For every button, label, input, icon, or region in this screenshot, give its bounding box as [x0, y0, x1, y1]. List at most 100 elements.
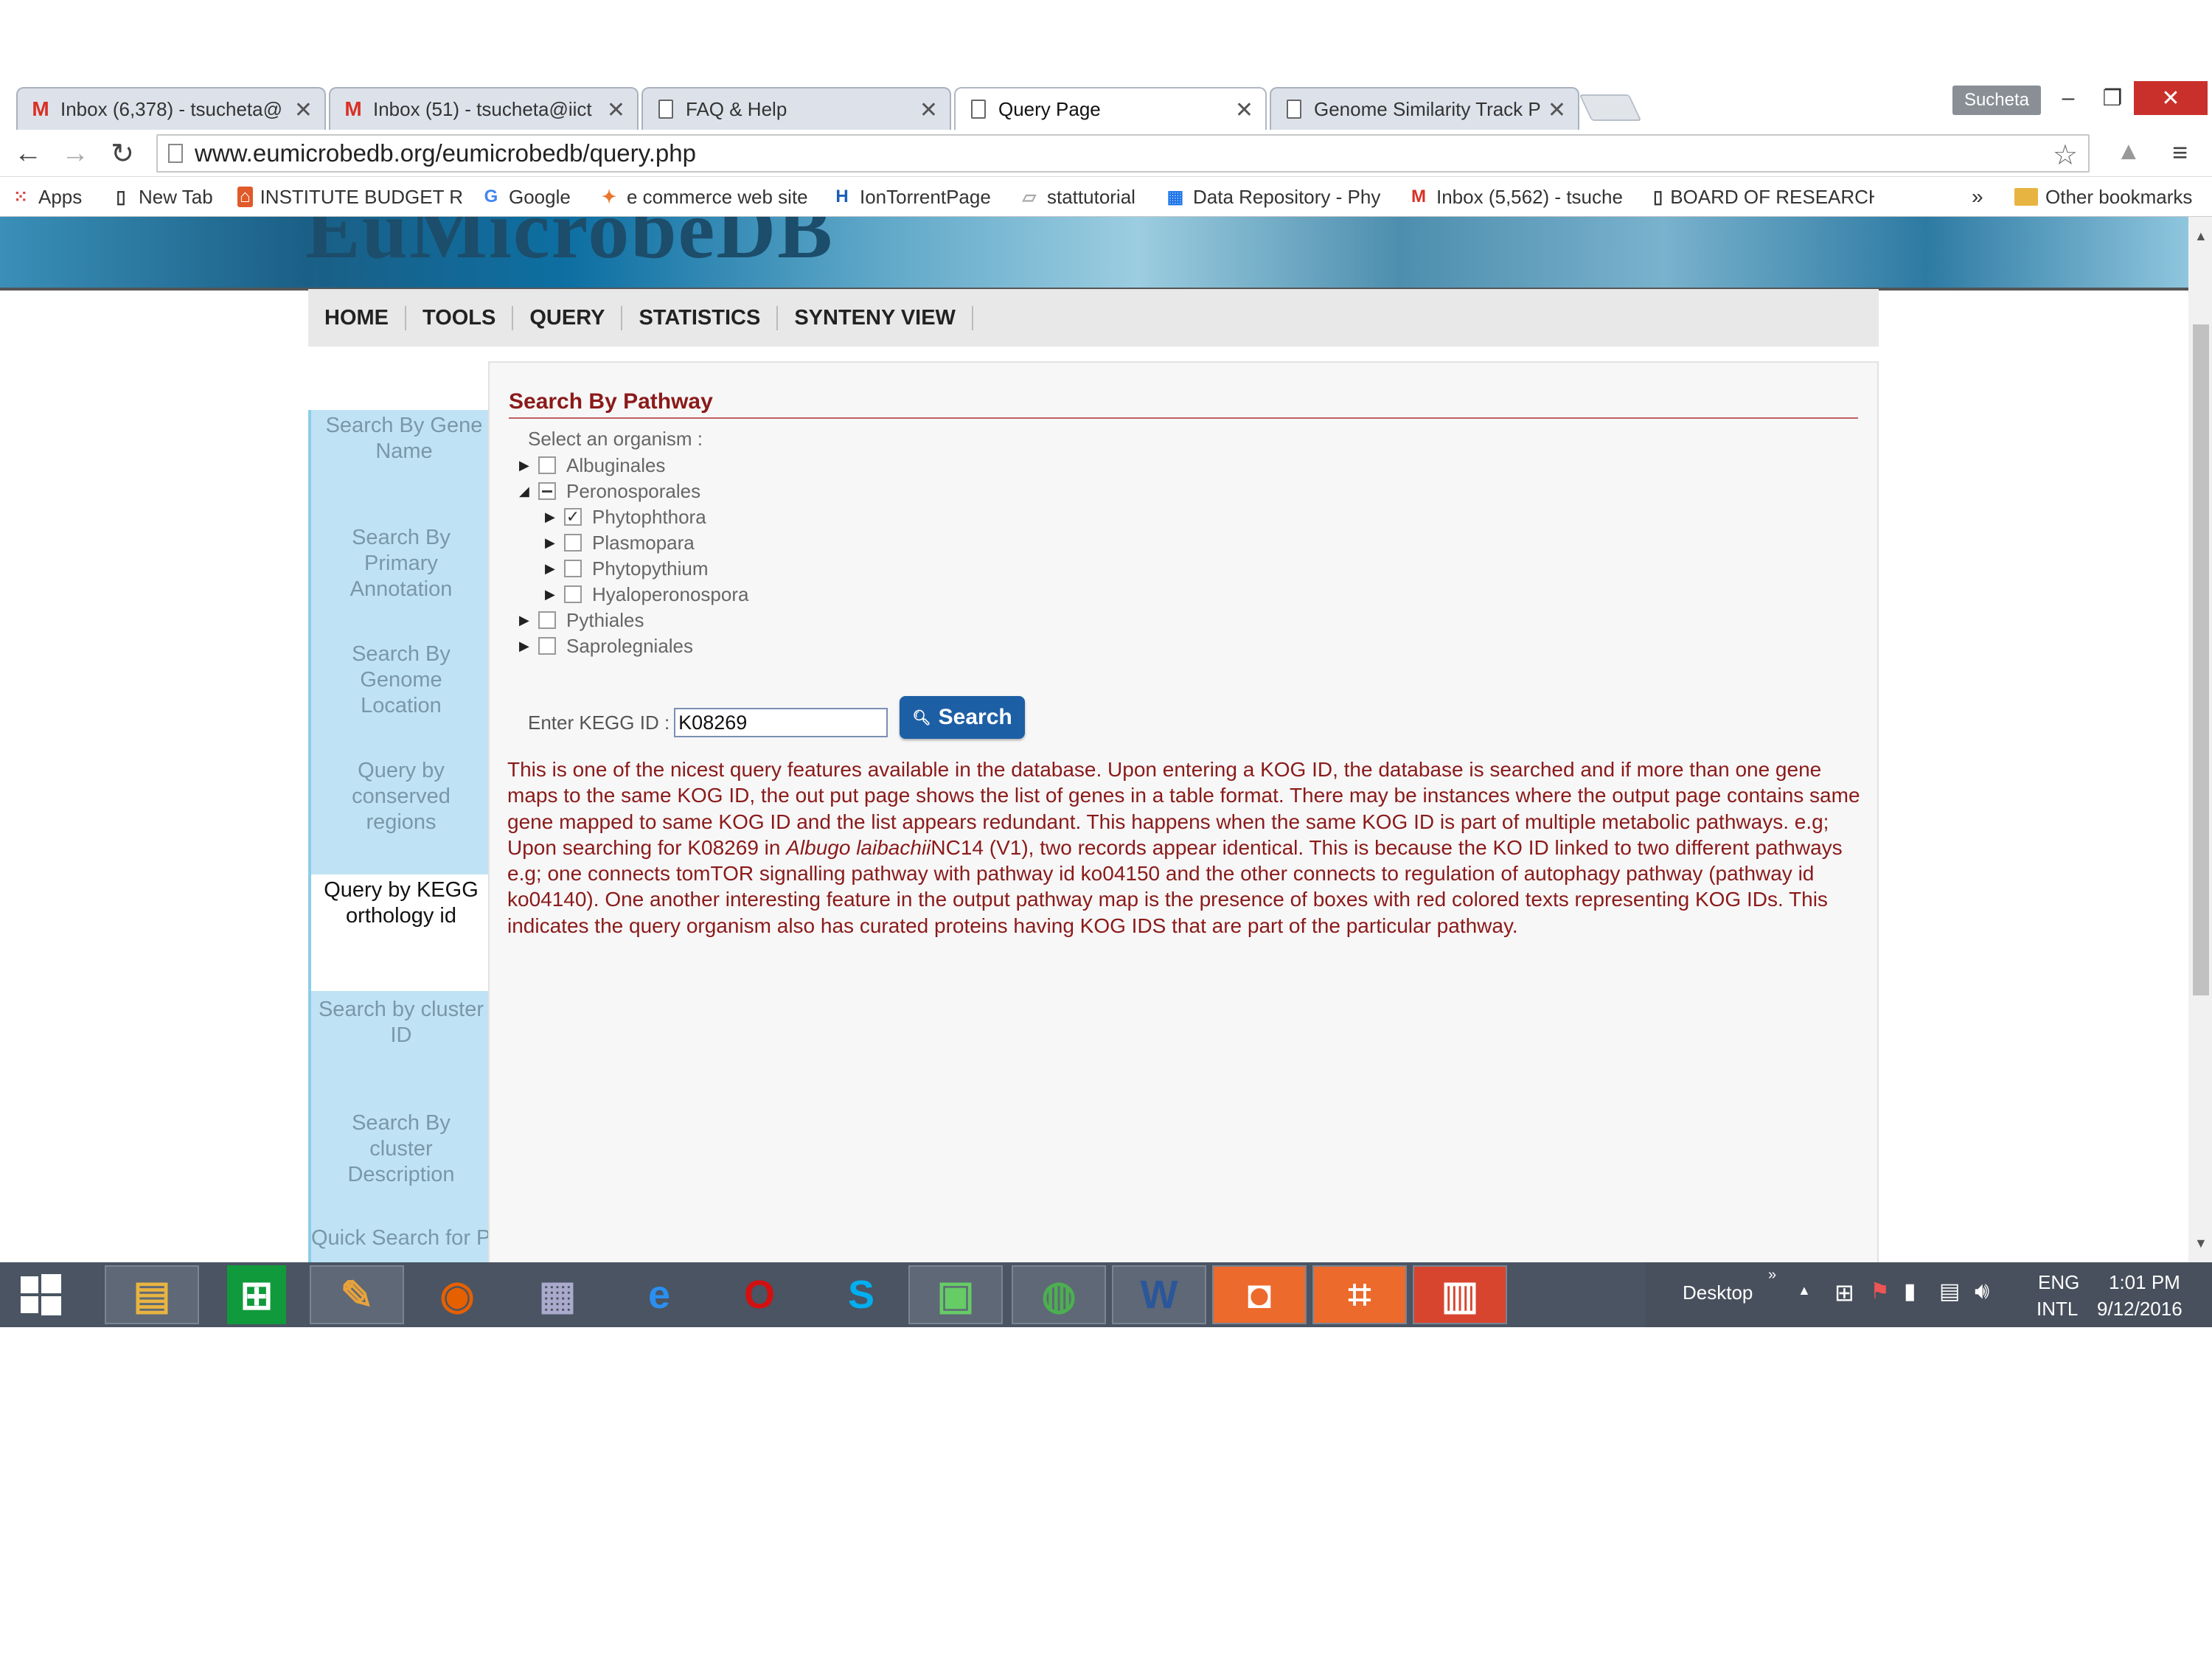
expand-arrow-icon[interactable]: ▶ — [545, 509, 558, 525]
site-logo[interactable]: EuMicrobeDB — [305, 217, 834, 278]
forward-icon[interactable]: → — [58, 136, 93, 171]
opera-icon[interactable]: O — [712, 1265, 807, 1324]
close-icon[interactable]: ✕ — [607, 97, 625, 123]
bookmark-board-of-research[interactable]: ▯ BOARD OF RESEARCH — [1653, 183, 1874, 211]
tab-gmail-inbox-2[interactable]: M Inbox (51) - tsucheta@iict ✕ — [329, 87, 639, 130]
tree-node-albuginales[interactable]: ▶ Albuginales — [519, 453, 665, 478]
scrollbar-thumb[interactable] — [2193, 324, 2209, 995]
bookmark-data-repository[interactable]: ▦ Data Repository - Phy — [1165, 183, 1386, 211]
sidebar-item-genome-location[interactable]: Search By Genome Location — [311, 641, 491, 745]
tree-node-saprolegniales[interactable]: ▶ Saprolegniales — [519, 633, 693, 658]
extension-icon[interactable]: ▲ — [2116, 137, 2141, 166]
expand-arrow-icon[interactable]: ▶ — [519, 613, 532, 628]
word-icon[interactable]: W — [1112, 1265, 1206, 1324]
expand-arrow-icon[interactable]: ▶ — [545, 561, 558, 577]
close-icon[interactable]: ✕ — [919, 97, 938, 123]
sidebar-item-gene-name[interactable]: Search By Gene Name — [311, 410, 491, 513]
tab-faq[interactable]: FAQ & Help ✕ — [641, 87, 951, 130]
firefox-icon[interactable]: ◉ — [410, 1265, 504, 1324]
paint-icon[interactable]: ✎ — [310, 1265, 404, 1324]
bookmark-google[interactable]: G Google — [481, 183, 571, 211]
back-icon[interactable]: ← — [10, 136, 46, 171]
sidebar-item-quick-search[interactable]: Quick Search for Protein — [311, 1225, 544, 1262]
power-icon[interactable]: ▮ — [1904, 1279, 1916, 1304]
bookmark-apps[interactable]: ⁙ Apps — [10, 183, 82, 211]
close-icon[interactable]: ✕ — [1235, 97, 1253, 123]
expand-arrow-icon[interactable]: ▶ — [545, 587, 558, 602]
sidebar-item-conserved-regions[interactable]: Query by conserved regions — [311, 758, 491, 861]
file-explorer-icon[interactable]: ▤ — [105, 1265, 199, 1324]
vertical-scrollbar[interactable]: ▲ ▼ — [2188, 217, 2212, 1262]
skype-icon[interactable]: S — [814, 1265, 908, 1324]
bookmark-stattutorial[interactable]: ▱ stattutorial — [1019, 183, 1135, 211]
action-center-icon[interactable]: ⊞ — [1834, 1279, 1854, 1307]
reload-icon[interactable]: ↻ — [105, 136, 140, 171]
sidebar-item-kegg-orthology[interactable]: Query by KEGG orthology id — [308, 874, 491, 991]
bookmark-ecommerce[interactable]: ✦ e commerce web site — [599, 183, 808, 211]
sidebar-item-primary-annotation[interactable]: Search By Primary Annotation — [311, 525, 491, 628]
close-window-button[interactable]: ✕ — [2134, 81, 2208, 115]
close-icon[interactable]: ✕ — [294, 97, 313, 123]
calculator-icon[interactable]: ▦ — [510, 1265, 605, 1324]
expand-arrow-icon[interactable]: ▶ — [545, 535, 558, 551]
bookmark-gmail-inbox[interactable]: M Inbox (5,562) - tsuche — [1408, 183, 1634, 211]
sidebar-item-cluster-id[interactable]: Search by cluster ID — [311, 991, 491, 1094]
tab-gmail-inbox-1[interactable]: M Inbox (6,378) - tsucheta@ ✕ — [16, 87, 326, 130]
clock-time[interactable]: 1:01 PM — [2109, 1271, 2180, 1294]
organism-checkbox-checked[interactable]: ✓ — [564, 508, 582, 526]
tree-node-hyaloperonospora[interactable]: ▶ Hyaloperonospora — [545, 582, 748, 607]
store-icon[interactable]: ⊞ — [227, 1265, 286, 1324]
tab-query-page[interactable]: Query Page ✕ — [954, 87, 1267, 130]
volume-icon[interactable]: 🔊︎ — [1975, 1277, 1989, 1305]
expand-arrow-icon[interactable]: ▶ — [519, 458, 532, 473]
organism-checkbox[interactable] — [564, 560, 582, 577]
nav-query[interactable]: QUERY — [513, 305, 623, 330]
close-icon[interactable]: ✕ — [1548, 97, 1566, 123]
organism-checkbox[interactable] — [564, 534, 582, 552]
menu-icon[interactable]: ≡ — [2172, 137, 2188, 168]
organism-checkbox[interactable] — [538, 611, 556, 629]
tab-genome-similarity[interactable]: Genome Similarity Track P ✕ — [1270, 87, 1579, 130]
expand-arrow-icon[interactable]: ▶ — [519, 639, 532, 654]
tree-node-pythiales[interactable]: ▶ Pythiales — [519, 608, 644, 633]
nav-statistics[interactable]: STATISTICS — [622, 305, 779, 330]
flag-icon[interactable]: ⚑ — [1870, 1279, 1890, 1304]
organism-checkbox[interactable] — [564, 585, 582, 603]
nav-synteny-view[interactable]: SYNTENY VIEW — [778, 305, 973, 330]
tree-node-peronosporales[interactable]: ◢ Peronosporales — [519, 479, 700, 504]
scroll-up-icon[interactable]: ▲ — [2194, 229, 2208, 244]
tree-node-phytophthora[interactable]: ▶ ✓ Phytophthora — [545, 504, 706, 529]
search-button[interactable]: 🔍︎ Search — [900, 696, 1025, 739]
desktop-toolbar-label[interactable]: Desktop — [1683, 1281, 1753, 1304]
kegg-id-input[interactable] — [674, 708, 888, 737]
start-button[interactable] — [0, 1265, 81, 1324]
collapse-arrow-icon[interactable]: ◢ — [519, 484, 532, 499]
restore-button[interactable]: ❐ — [2094, 81, 2131, 115]
network-icon[interactable]: ▤ — [1939, 1279, 1960, 1304]
organism-checkbox[interactable] — [538, 456, 556, 474]
bookmark-other[interactable]: Other bookmarks — [2014, 183, 2192, 211]
tree-node-plasmopara[interactable]: ▶ Plasmopara — [545, 530, 695, 555]
bookmark-institute-budget[interactable]: ⌂ INSTITUTE BUDGET R — [237, 183, 463, 211]
chrome-icon[interactable]: ◍ — [1012, 1265, 1106, 1324]
organism-checkbox[interactable] — [538, 637, 556, 655]
show-hidden-icons-icon[interactable]: ▲ — [1798, 1283, 1811, 1298]
nav-tools[interactable]: TOOLS — [406, 305, 514, 330]
minimize-button[interactable]: ‒ — [2050, 81, 2087, 115]
language-line-1[interactable]: ENG — [2038, 1271, 2079, 1294]
pdf-icon[interactable]: ▥ — [1413, 1265, 1507, 1324]
organism-checkbox[interactable] — [538, 482, 556, 500]
bookmark-iontorrent[interactable]: H IonTorrentPage — [832, 183, 990, 211]
toolbar-overflow-icon[interactable]: » — [1768, 1267, 1776, 1284]
camera-icon[interactable]: ⌗ — [1312, 1265, 1407, 1324]
bookmark-new-tab[interactable]: ▯ New Tab — [111, 183, 212, 211]
url-input[interactable] — [195, 139, 1964, 167]
screen-capture-icon[interactable]: ◘ — [1212, 1265, 1307, 1324]
clock-date[interactable]: 9/12/2016 — [2097, 1298, 2183, 1321]
address-bar[interactable]: ☆ — [156, 134, 2090, 173]
internet-explorer-icon[interactable]: e — [612, 1265, 706, 1324]
scroll-down-icon[interactable]: ▼ — [2194, 1236, 2208, 1251]
terminal-icon[interactable]: ▣ — [908, 1265, 1003, 1324]
bookmarks-overflow[interactable]: » — [1972, 183, 1983, 211]
sidebar-item-cluster-description[interactable]: Search By cluster Description — [311, 1110, 491, 1214]
